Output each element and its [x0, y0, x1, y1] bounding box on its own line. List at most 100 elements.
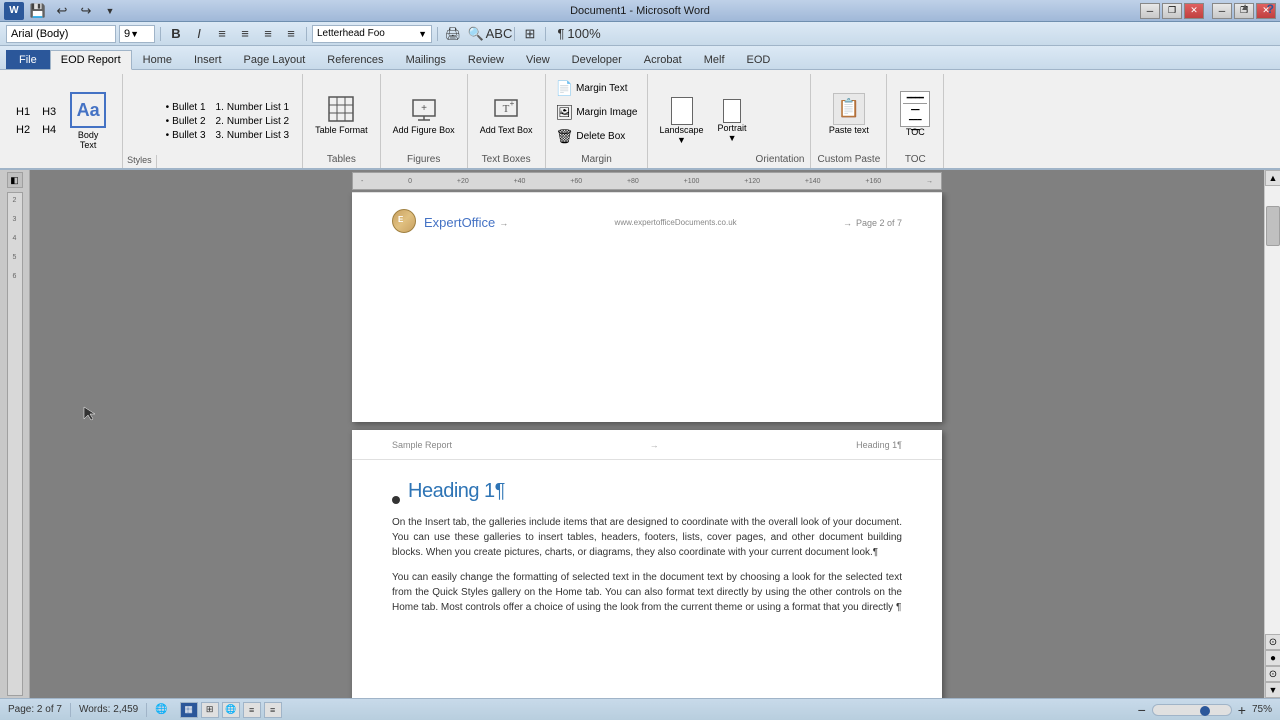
save-quick-btn[interactable]: 💾 [28, 2, 48, 20]
number3-icon: 3. [216, 130, 224, 141]
tab-mailings[interactable]: Mailings [395, 50, 457, 69]
scroll-prev-page-btn[interactable]: ⊙ [1265, 634, 1280, 650]
ruler-mark-30: 3 [13, 216, 17, 223]
main-area: ◧ 2 3 4 5 6 - 0 +20 +40 +60 +80 +100 +12… [0, 170, 1280, 698]
margin-image-btn[interactable]: 🖼 Margin Image [552, 102, 642, 123]
number1-btn[interactable]: 1. Number List 1 [213, 101, 293, 114]
word-min-btn[interactable]: ─ [1212, 3, 1232, 19]
zoom-thumb[interactable] [1200, 706, 1210, 716]
add-text-box-btn[interactable]: T+ Add Text Box [474, 89, 539, 140]
h1-button[interactable]: H1 [12, 105, 34, 119]
number-list: 1. Number List 1 2. Number List 2 3. Num… [213, 101, 293, 142]
h4-button[interactable]: H4 [38, 123, 60, 137]
page2-content[interactable]: Heading 1¶ On the Insert tab, the galler… [352, 460, 942, 645]
scroll-up-btn[interactable]: ▲ [1265, 170, 1280, 186]
bullet3-btn[interactable]: • Bullet 3 [163, 129, 209, 142]
body-text-button[interactable]: Aa BodyText [66, 88, 110, 154]
web-view-btn[interactable]: 🌐 [222, 702, 240, 718]
tab-home[interactable]: Home [132, 50, 183, 69]
group-lists: • Bullet 1 • Bullet 2 • Bullet 3 1. Numb… [157, 74, 303, 168]
tab-page-layout[interactable]: Page Layout [233, 50, 317, 69]
outline-view-btn[interactable]: ≡ [243, 702, 261, 718]
undo-btn[interactable]: ↩ [52, 2, 72, 20]
scroll-next-page-btn[interactable]: ⊙ [1265, 666, 1280, 682]
tab-melf[interactable]: Melf [693, 50, 736, 69]
add-figure-box-btn[interactable]: + Add Figure Box [387, 89, 461, 140]
print-preview-btn[interactable]: 🔍 [466, 25, 486, 43]
close-btn[interactable]: ✕ [1184, 3, 1204, 19]
scroll-thumb[interactable] [1266, 206, 1280, 246]
col-view-btn[interactable]: ⊞ [520, 25, 540, 43]
h2-button[interactable]: H2 [12, 123, 34, 137]
delete-box-btn[interactable]: 🗑 Delete Box [552, 126, 642, 147]
footer-logo: E ExpertOffice [392, 209, 495, 237]
zoom-plus-btn[interactable]: + [1238, 703, 1246, 717]
toc-label-bottom: TOC [905, 154, 926, 168]
align-right-btn[interactable]: ≡ [258, 25, 278, 43]
dropdown-qa-btn[interactable]: ▼ [100, 2, 120, 20]
number3-btn[interactable]: 3. Number List 3 [213, 129, 293, 142]
spelling-btn[interactable]: ABC [489, 25, 509, 43]
tab-insert[interactable]: Insert [183, 50, 233, 69]
align-left-btn[interactable]: ≡ [212, 25, 232, 43]
tab-references[interactable]: References [316, 50, 394, 69]
ruler-mark-1: +20 [457, 178, 469, 185]
delete-box-label: Delete Box [576, 131, 625, 142]
page2-header-arrow: → [452, 440, 856, 450]
ribbon-collapse-btn[interactable]: ▲ [1240, 2, 1250, 13]
scroll-track[interactable] [1265, 186, 1280, 634]
portrait-btn[interactable]: Portrait ▼ [713, 96, 752, 146]
minimize-btn[interactable]: ─ [1140, 3, 1160, 19]
left-bar: ◧ 2 3 4 5 6 [0, 170, 30, 698]
portrait-arrow: ▼ [728, 133, 737, 143]
tab-review[interactable]: Review [457, 50, 515, 69]
bullet-marker [392, 496, 400, 504]
left-bar-icon[interactable]: ◧ [7, 172, 23, 188]
justify-btn[interactable]: ≡ [281, 25, 301, 43]
zoom-100-btn[interactable]: 100% [574, 25, 594, 43]
toolbar-sep1 [160, 27, 161, 41]
bold-btn[interactable]: B [166, 25, 186, 43]
italic-btn[interactable]: I [189, 25, 209, 43]
tab-developer[interactable]: Developer [561, 50, 633, 69]
print-btn[interactable]: 🖨 [443, 25, 463, 43]
style-preset-combo[interactable]: Letterhead Foo▼ [312, 25, 432, 43]
delete-box-icon: 🗑 [556, 128, 574, 145]
help-icon[interactable]: ? [1267, 2, 1274, 16]
bullet2-btn[interactable]: • Bullet 2 [163, 115, 209, 128]
h3-button[interactable]: H3 [38, 105, 60, 119]
print-view-btn[interactable]: ▦ [180, 702, 198, 718]
landscape-btn[interactable]: Landscape ▼ [654, 94, 708, 148]
redo-btn[interactable]: ↪ [76, 2, 96, 20]
font-family-combo[interactable]: Arial (Body) [6, 25, 116, 43]
scroll-down-btn[interactable]: ▼ [1265, 682, 1280, 698]
tab-eod-report[interactable]: EOD Report [50, 50, 132, 70]
landscape-arrow: ▼ [677, 135, 686, 145]
margin-text-btn[interactable]: 📄 Margin Text [552, 78, 642, 99]
restore-btn[interactable]: ❐ [1162, 3, 1182, 19]
status-sep1 [70, 703, 71, 717]
full-screen-view-btn[interactable]: ⊞ [201, 702, 219, 718]
align-center-btn[interactable]: ≡ [235, 25, 255, 43]
tab-acrobat[interactable]: Acrobat [633, 50, 693, 69]
bullet1-btn[interactable]: • Bullet 1 [163, 101, 209, 114]
portrait-label: Portrait [718, 123, 747, 133]
bullet-list: • Bullet 1 • Bullet 2 • Bullet 3 [163, 101, 209, 142]
number2-btn[interactable]: 2. Number List 2 [213, 115, 293, 128]
toc-btn[interactable]: ━━━━ ━━ ━━━ ━━ TOC [893, 87, 937, 142]
footer-url: www.expertofficeDocuments.co.uk [512, 218, 839, 227]
table-format-btn[interactable]: Table Format [309, 89, 374, 140]
scroll-select-browse-btn[interactable]: ● [1265, 650, 1280, 666]
footer-arrow2: → [843, 218, 852, 228]
zoom-minus-btn[interactable]: − [1138, 703, 1146, 717]
zoom-slider[interactable] [1152, 704, 1232, 716]
tab-eod[interactable]: EOD [736, 50, 782, 69]
paste-text-label: Paste text [829, 125, 869, 136]
font-size-combo[interactable]: 9▼ [119, 25, 155, 43]
paste-text-btn[interactable]: 📋 Paste text [823, 89, 875, 140]
page2-header: Sample Report → Heading 1¶ [352, 430, 942, 460]
tab-file[interactable]: File [6, 50, 50, 69]
draft-view-btn[interactable]: ≡ [264, 702, 282, 718]
ruler-mark-9: → [926, 178, 933, 185]
tab-view[interactable]: View [515, 50, 561, 69]
